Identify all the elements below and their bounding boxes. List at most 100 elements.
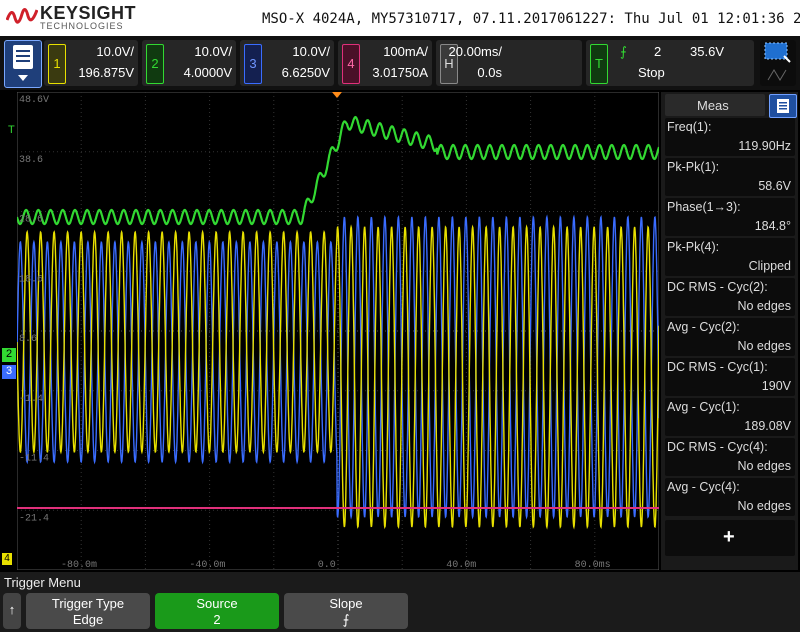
channel-2-key[interactable]: 2 [146,44,164,84]
softkey-trigger-type[interactable]: Trigger Type Edge [26,593,150,629]
channel-1-key[interactable]: 1 [48,44,66,84]
measurement-value: 184.8° [754,219,791,233]
measurement-value: No edges [737,499,791,513]
channel-4-ground-marker[interactable]: 4 [2,553,12,565]
measurement-row[interactable]: Avg - Cyc(2): No edges [665,318,795,356]
softkey-source[interactable]: Source 2 [155,593,279,629]
run-state: Stop [638,65,665,80]
measurement-value: 58.6V [758,179,791,193]
measurement-value: No edges [737,299,791,313]
channel-2-ground-marker[interactable]: 2 [2,348,16,362]
meas-tab[interactable]: Meas [665,94,765,116]
measurement-row[interactable]: DC RMS - Cyc(1): 190V [665,358,795,396]
channel-4-offset: 3.01750A [372,65,428,80]
channel-4-box[interactable]: 4 100mA/ 3.01750A [338,40,432,86]
y-tick-label: -21.4 [19,513,49,524]
channel-1-offset: 196.875V [78,65,134,80]
softkey-slope-value: ⨍ [342,612,350,627]
softkey-source-value: 2 [213,612,221,627]
touch-tools[interactable] [760,40,796,86]
measurement-row[interactable]: DC RMS - Cyc(2): No edges [665,278,795,316]
y-tick-label: 18.6 [19,274,43,285]
zoom-select-icon [764,42,791,81]
panel-menu-button[interactable] [769,94,797,118]
x-tick-label: -80.0m [61,560,97,570]
channel-3-key[interactable]: 3 [244,44,262,84]
trigger-level-marker[interactable]: T [8,124,15,136]
y-tick-label: 8.6 [19,334,37,345]
measurement-value: Clipped [748,259,791,273]
measurement-value: No edges [737,339,791,353]
softkey-source-label: Source [196,596,238,611]
channel-3-ground-marker[interactable]: 3 [2,365,16,379]
measurement-value: 190V [761,379,791,393]
measurement-label: Phase(1→3): [667,200,741,214]
channel-4-scale: 100mA/ [383,44,428,59]
channel-3-box[interactable]: 3 10.0V/ 6.6250V [240,40,334,86]
measurement-label: Pk-Pk(4): [667,240,720,254]
channel-2-scale: 10.0V/ [194,44,232,59]
channel-2-offset: 4.0000V [183,65,232,80]
softkey-trigger-type-value: Edge [72,612,104,627]
measurement-label: DC RMS - Cyc(1): [667,360,768,374]
header-bar: KEYSIGHT TECHNOLOGIES MSO-X 4024A, MY573… [0,0,800,36]
x-tick-label: -40.0m [189,560,225,570]
measurement-row[interactable]: DC RMS - Cyc(4): No edges [665,438,795,476]
keysight-logo-icon [6,8,38,24]
channel-2-box[interactable]: 2 10.0V/ 4.0000V [142,40,236,86]
waveform-display[interactable]: 48.6V38.628.618.68.6-1.4-11.4-21.4-31.4 … [17,92,659,570]
measurement-label: Avg - Cyc(1): [667,400,740,414]
measurement-label: Freq(1): [667,120,712,134]
plus-icon: + [723,526,735,548]
channel-3-scale: 10.0V/ [292,44,330,59]
trigger-key[interactable]: T [590,44,608,84]
y-tick-label: 28.6 [19,215,43,226]
measurement-label: DC RMS - Cyc(2): [667,280,768,294]
measurement-panel: Meas Freq(1): 119.90Hz Pk-Pk(1): 58.6V Phase… [661,92,798,570]
measurement-row[interactable]: Pk-Pk(1): 58.6V [665,158,795,196]
list-icon [777,99,789,113]
trigger-level: 35.6V [690,44,724,59]
y-tick-label: 38.6 [19,155,43,166]
y-tick-label: 48.6V [19,95,49,106]
x-tick-label: 40.0m [446,560,476,570]
measurement-value: 119.90Hz [738,139,791,153]
horizontal-scale: 20.00ms/ [448,44,502,59]
x-tick-label: 0.0 [318,560,336,570]
y-tick-label: -1.4 [19,394,43,405]
softkey-trigger-type-label: Trigger Type [51,596,125,611]
window-title: MSO-X 4024A, MY57310717, 07.11.201706122… [262,11,800,27]
channel-1-scale: 10.0V/ [96,44,134,59]
softkey-slope[interactable]: Slope ⨍ [284,593,408,629]
channel-4-key[interactable]: 4 [342,44,360,84]
back-button[interactable]: ↑ [3,593,21,629]
measurement-label: Avg - Cyc(2): [667,320,740,334]
add-measurement-button[interactable]: + [665,520,795,556]
horizontal-box[interactable]: H 20.00ms/ 0.0s [436,40,582,86]
y-tick-label: -11.4 [19,454,49,465]
back-arrow-icon: ↑ [8,602,16,617]
trigger-box[interactable]: T ⨍ 2 35.6V Stop [586,40,754,86]
menu-icon [13,45,33,81]
measurement-value: 189.08V [744,419,791,433]
measurement-row[interactable]: Avg - Cyc(4): No edges [665,478,795,516]
main-menu-button[interactable] [4,40,42,88]
x-tick-label: 80.0ms [575,560,611,570]
horizontal-delay: 0.0s [477,65,502,80]
measurement-row[interactable]: Pk-Pk(4): Clipped [665,238,795,276]
measurement-value: No edges [737,459,791,473]
trigger-source: 2 [654,44,662,59]
measurement-label: Avg - Cyc(4): [667,480,740,494]
softkey-slope-label: Slope [329,596,363,611]
channel-3-offset: 6.6250V [281,65,330,80]
channel-1-box[interactable]: 1 10.0V/ 196.875V [44,40,138,86]
brand-subtitle: TECHNOLOGIES [40,21,124,31]
measurement-row[interactable]: Freq(1): 119.90Hz [665,118,795,156]
measurement-label: DC RMS - Cyc(4): [667,440,768,454]
measurement-row[interactable]: Avg - Cyc(1): 189.08V [665,398,795,436]
measurement-row[interactable]: Phase(1→3): 184.8° [665,198,795,236]
trigger-slope-icon: ⨍ [620,44,627,59]
meas-tab-label: Meas [697,98,729,113]
menu-title: Trigger Menu [4,575,81,590]
measurement-label: Pk-Pk(1): [667,160,720,174]
